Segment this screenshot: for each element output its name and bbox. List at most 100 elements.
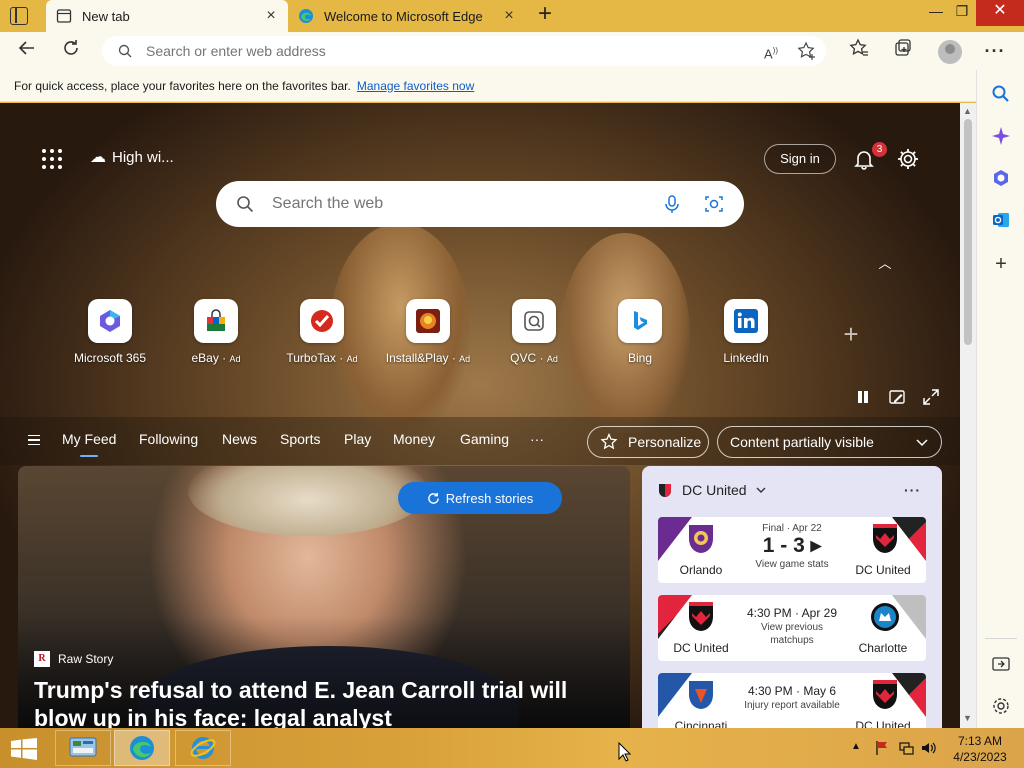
more-options-icon[interactable]: ··· <box>904 482 921 498</box>
search-input[interactable] <box>272 195 632 213</box>
tab-money[interactable]: Money <box>393 431 435 447</box>
refresh-button[interactable] <box>58 38 84 64</box>
personalize-button[interactable]: Personalize <box>587 426 709 458</box>
game-stats-link[interactable]: View game stats <box>742 558 842 571</box>
chevron-down-icon <box>916 439 928 447</box>
tab-new-tab[interactable]: New tab × <box>46 0 288 32</box>
match-time: 4:30 PM · May 6 <box>747 684 837 698</box>
tab-play[interactable]: Play <box>344 431 371 447</box>
close-window-button[interactable]: ✕ <box>976 0 1024 26</box>
sign-in-button[interactable]: Sign in <box>764 144 836 174</box>
quick-link-qvc[interactable]: QVC · Ad <box>489 299 579 365</box>
menu-hamburger-icon[interactable] <box>28 435 40 445</box>
content-visibility-dropdown[interactable]: Content partially visible <box>717 426 942 458</box>
scroll-down-arrow-icon[interactable]: ▼ <box>963 713 972 723</box>
match-card[interactable]: Final · Apr 22 1 - 3 ▸ View game stats O… <box>658 517 926 583</box>
outlook-icon[interactable] <box>991 210 1011 230</box>
team-selector[interactable]: DC United <box>658 482 767 498</box>
add-quick-link-button[interactable]: + <box>840 321 862 347</box>
system-clock[interactable]: 7:13 AM 4/23/2023 <box>946 733 1014 765</box>
hide-sidebar-icon[interactable] <box>991 654 1011 674</box>
close-tab-icon[interactable]: × <box>264 8 278 24</box>
tab-sports[interactable]: Sports <box>280 431 320 447</box>
match-status: Final · Apr 22 <box>762 523 822 534</box>
content-visibility-value: Content partially visible <box>730 434 874 450</box>
network-icon[interactable] <box>898 740 914 756</box>
tab-following[interactable]: Following <box>139 431 198 447</box>
refresh-stories-button[interactable]: Refresh stories <box>398 482 562 514</box>
settings-and-more-button[interactable]: ··· <box>982 38 1008 64</box>
story-headline[interactable]: Trump's refusal to attend E. Jean Carrol… <box>34 676 594 728</box>
scroll-up-arrow-icon[interactable]: ▲ <box>963 106 972 116</box>
copilot-sparkle-icon[interactable] <box>991 126 1011 146</box>
quick-link-label: Install&Play <box>385 351 449 365</box>
favorites-button[interactable] <box>846 38 872 64</box>
read-aloud-icon[interactable]: A)) <box>760 40 782 62</box>
collections-button[interactable] <box>890 38 916 64</box>
close-tab-icon[interactable]: × <box>502 8 516 24</box>
quick-link-ebay[interactable]: eBay · Ad <box>171 299 261 365</box>
match-card[interactable]: 4:30 PM · Apr 29 View previous matchups … <box>658 595 926 661</box>
profile-avatar[interactable] <box>938 40 962 64</box>
tab-gaming[interactable]: Gaming <box>460 431 509 447</box>
quick-link-bing[interactable]: Bing <box>595 299 685 365</box>
sidebar-divider <box>985 638 1017 639</box>
sidebar-settings-icon[interactable] <box>991 696 1011 716</box>
collapse-chevron-up-icon[interactable]: ︿ <box>876 257 894 270</box>
tab-welcome[interactable]: Welcome to Microsoft Edge × <box>288 0 526 32</box>
gear-icon[interactable] <box>896 147 920 171</box>
action-center-flag-icon[interactable] <box>874 740 890 756</box>
new-tab-page-icon <box>56 9 72 23</box>
tab-strip: New tab × Welcome to Microsoft Edge × + … <box>0 0 1024 32</box>
tab-title: New tab <box>82 8 130 24</box>
edit-background-icon[interactable] <box>888 388 906 406</box>
refresh-icon <box>427 492 439 504</box>
quick-link-microsoft-365[interactable]: Microsoft 365 <box>65 299 155 365</box>
scrollbar-thumb[interactable] <box>964 119 972 345</box>
feed-navigation: My Feed Following News Sports Play Money… <box>0 417 960 465</box>
app-launcher-icon[interactable] <box>42 149 62 169</box>
microsoft-365-icon[interactable] <box>991 168 1011 188</box>
back-button[interactable] <box>14 38 40 64</box>
quick-link-turbotax[interactable]: TurboTax · Ad <box>277 299 367 365</box>
story-source[interactable]: R Raw Story <box>34 651 113 667</box>
match-center: 4:30 PM · May 6 Injury report available <box>742 679 842 712</box>
previous-matchups-link[interactable]: View previous matchups <box>742 621 842 647</box>
new-tab-button[interactable]: + <box>534 2 556 26</box>
address-input[interactable] <box>146 43 666 59</box>
volume-speaker-icon[interactable] <box>920 740 936 756</box>
microphone-icon[interactable] <box>662 194 682 214</box>
top-story-card[interactable]: Refresh stories R Raw Story Trump's refu… <box>18 466 630 728</box>
add-favorite-icon[interactable] <box>796 40 818 62</box>
weather-widget[interactable]: ☁ High wi... <box>90 147 174 167</box>
expand-icon[interactable] <box>922 388 940 406</box>
add-sidebar-app-icon[interactable]: + <box>991 254 1011 274</box>
taskbar-file-explorer[interactable] <box>55 730 111 766</box>
quick-link-label: Bing <box>627 351 653 365</box>
injury-report-link[interactable]: Injury report available <box>742 699 842 712</box>
manage-favorites-link[interactable]: Manage favorites now <box>357 79 474 93</box>
visual-search-icon[interactable] <box>704 194 724 214</box>
taskbar-internet-explorer[interactable] <box>175 730 231 766</box>
microsoft-365-icon <box>88 299 132 343</box>
wind-icon: ☁ <box>90 149 106 166</box>
tab-actions-icon[interactable] <box>10 7 28 25</box>
web-search-box[interactable] <box>216 181 744 227</box>
tab-news[interactable]: News <box>222 431 257 447</box>
windows-start-icon[interactable] <box>10 738 38 760</box>
more-tabs-button[interactable]: ··· <box>530 431 544 447</box>
match-score[interactable]: 1 - 3 ▸ <box>742 534 842 558</box>
show-hidden-icons-chevron-icon[interactable]: ▲ <box>851 741 861 752</box>
tab-my-feed[interactable]: My Feed <box>62 431 116 457</box>
search-icon[interactable] <box>991 84 1011 104</box>
quick-link-install-play[interactable]: Install&Play · Ad <box>383 299 473 365</box>
edge-logo-icon <box>299 9 313 23</box>
arrow-left-icon <box>18 41 34 55</box>
taskbar-microsoft-edge[interactable] <box>114 730 170 766</box>
pause-background-icon[interactable] <box>856 390 870 404</box>
quick-link-linkedin[interactable]: LinkedIn <box>701 299 791 365</box>
maximize-button[interactable]: ❐ <box>946 0 978 26</box>
page-scrollbar[interactable]: ▲ ▼ <box>960 103 976 728</box>
address-bar[interactable]: A)) <box>102 36 826 66</box>
match-card[interactable]: 4:30 PM · May 6 Injury report available … <box>658 673 926 728</box>
